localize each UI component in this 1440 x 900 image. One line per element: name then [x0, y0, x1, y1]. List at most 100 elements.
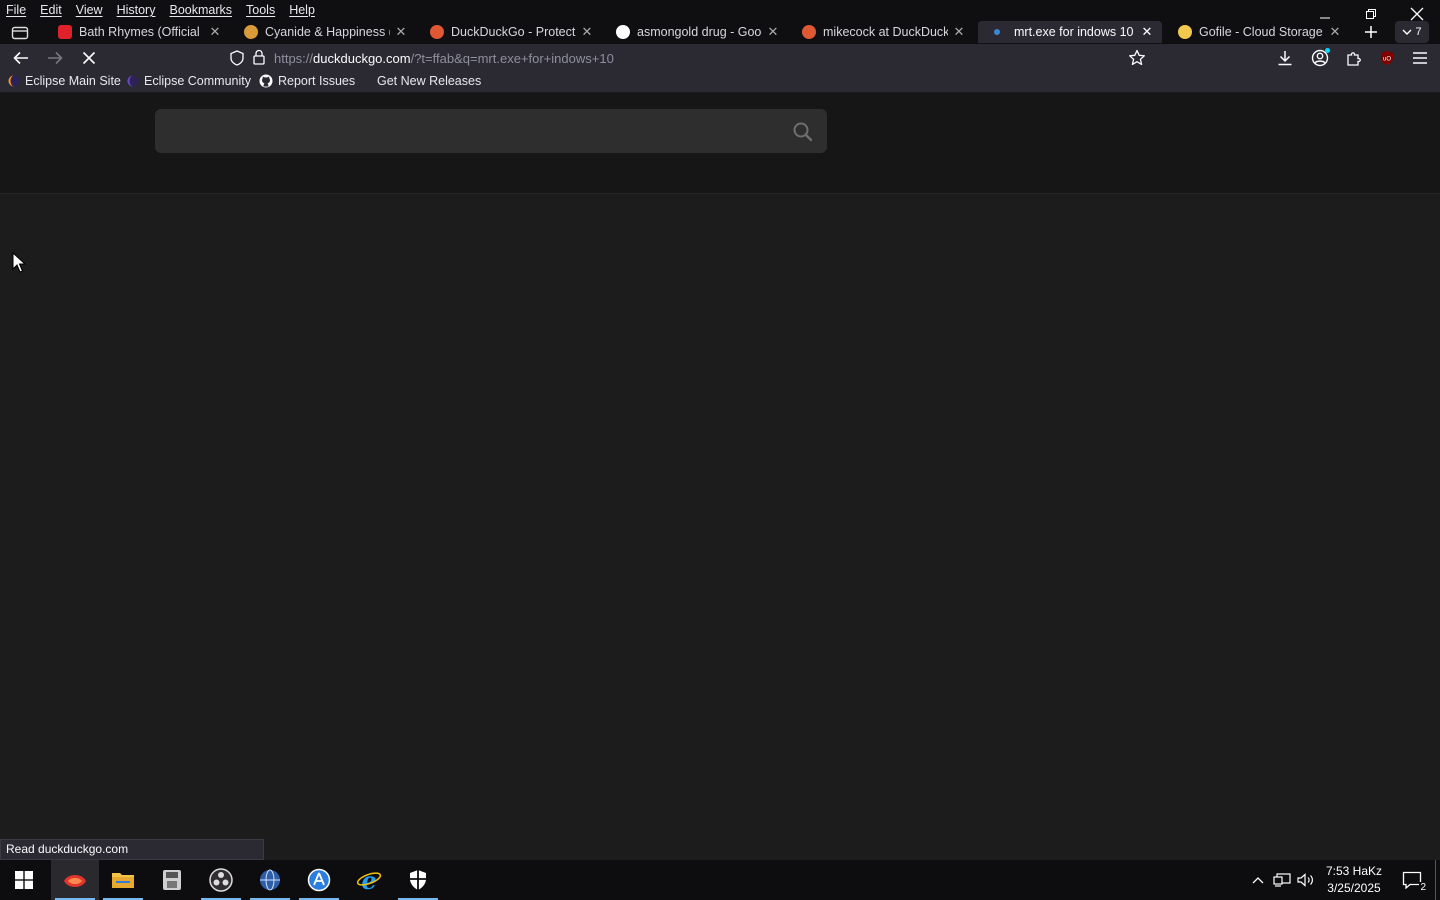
bookmark-label: Report Issues	[278, 74, 356, 88]
taskbar-app-store[interactable]	[295, 860, 343, 900]
tab-close-icon[interactable]: ✕	[580, 24, 594, 40]
bookmark-report-issues[interactable]: Report Issues	[259, 74, 355, 88]
taskbar-network-app[interactable]	[246, 860, 294, 900]
search-form	[155, 109, 827, 155]
chevron-down-icon	[1402, 29, 1412, 35]
tab-duckduckgo-protection[interactable]: DuckDuckGo - Protectio ✕	[418, 21, 602, 43]
forward-button[interactable]	[40, 44, 70, 72]
puzzle-piece-icon	[1347, 52, 1361, 66]
search-input[interactable]	[169, 109, 773, 155]
menu-bookmarks[interactable]: Bookmarks	[163, 3, 240, 17]
folder-icon	[112, 873, 134, 888]
speaker-icon	[1297, 873, 1313, 887]
search-button[interactable]	[791, 120, 815, 144]
network-icon	[1273, 873, 1291, 887]
back-arrow-icon	[13, 51, 28, 65]
tab-title: Cyanide & Happiness (E	[265, 25, 390, 39]
bookmark-star-icon[interactable]	[1128, 49, 1146, 67]
show-hidden-icons-button[interactable]	[1248, 870, 1268, 890]
start-button[interactable]	[0, 860, 48, 900]
volume-tray-button[interactable]	[1296, 870, 1316, 890]
ublock-origin-icon: uO	[1381, 51, 1393, 65]
bookmark-get-new-releases[interactable]: Get New Releases	[377, 74, 481, 88]
action-center-button[interactable]: 2	[1400, 870, 1427, 893]
tab-google-search[interactable]: asmongold drug - Goog ✕	[604, 21, 788, 43]
bookmarks-toolbar: Eclipse Main Site Eclipse Community Repo…	[0, 72, 1440, 93]
tab-gofile[interactable]: Gofile - Cloud Storage N ✕	[1166, 21, 1350, 43]
page-content	[0, 93, 1440, 860]
hamburger-menu-icon	[1413, 52, 1427, 64]
gofile-favicon-icon	[1178, 25, 1192, 39]
google-favicon-icon	[616, 25, 630, 39]
menu-file[interactable]: File	[0, 3, 34, 17]
floppy-tool-icon	[163, 870, 181, 890]
taskbar-internet-explorer[interactable]: e	[345, 860, 393, 900]
menu-edit[interactable]: Edit	[34, 3, 70, 17]
bookmark-label: Get New Releases	[377, 74, 482, 88]
downloads-button[interactable]	[1270, 44, 1300, 72]
tab-title: mikecock at DuckDuckG	[823, 25, 948, 39]
tab-strip: Bath Rhymes (Official M ✕ Cyanide & Happ…	[0, 20, 1440, 44]
tracking-protection-shield-icon[interactable]	[230, 50, 244, 66]
account-button[interactable]	[1305, 44, 1335, 72]
minimize-icon	[1320, 17, 1330, 19]
firefox-view-icon	[11, 26, 29, 40]
taskbar-firefox[interactable]	[51, 860, 99, 900]
ublock-origin-button[interactable]: uO	[1372, 44, 1402, 72]
duckduckgo-favicon-icon	[802, 25, 816, 39]
lock-icon[interactable]	[252, 49, 266, 65]
windows-taskbar: e 7:53 HaKz 3/25/2025 2	[0, 860, 1440, 900]
new-tab-button[interactable]	[1356, 18, 1386, 46]
taskbar-app-tool[interactable]	[148, 860, 196, 900]
taskbar-obs[interactable]	[197, 860, 245, 900]
url-text[interactable]: https://duckduckgo.com/?t=ffab&q=mrt.exe…	[274, 51, 614, 66]
youtube-favicon-icon	[58, 25, 72, 39]
url-host: duckduckgo.com	[313, 51, 411, 66]
tab-close-icon[interactable]: ✕	[394, 24, 408, 40]
tab-title: Gofile - Cloud Storage N	[1199, 25, 1324, 39]
navigation-toolbar: https://duckduckgo.com/?t=ffab&q=mrt.exe…	[0, 44, 1440, 72]
tab-close-icon[interactable]: ✕	[766, 24, 780, 40]
bookmark-eclipse-main-site[interactable]: Eclipse Main Site	[8, 74, 121, 88]
bookmark-label: Eclipse Main Site	[25, 74, 121, 88]
menu-view[interactable]: View	[70, 3, 111, 17]
menu-bar: File Edit View History Bookmarks Tools H…	[0, 0, 323, 20]
tab-title: mrt.exe for indows 10 at	[1014, 25, 1136, 39]
app-menu-button[interactable]	[1405, 44, 1435, 72]
tab-cyanide-happiness[interactable]: Cyanide & Happiness (E ✕	[232, 21, 416, 43]
extensions-button[interactable]	[1339, 44, 1369, 72]
close-icon	[1410, 7, 1424, 21]
stop-loading-button[interactable]	[74, 44, 104, 72]
tab-close-icon[interactable]: ✕	[1328, 24, 1342, 40]
svg-text:uO: uO	[1383, 57, 1391, 63]
svg-text:e: e	[361, 868, 376, 892]
firefox-view-button[interactable]	[5, 18, 35, 46]
browser-titlebar: File Edit View History Bookmarks Tools H…	[0, 0, 1440, 44]
notification-count: 2	[1419, 882, 1427, 893]
taskbar-file-explorer[interactable]	[99, 860, 147, 900]
tab-bath-rhymes[interactable]: Bath Rhymes (Official M ✕	[46, 21, 230, 43]
menu-history[interactable]: History	[111, 3, 164, 17]
taskbar-windows-security[interactable]	[394, 860, 442, 900]
search-icon	[793, 122, 813, 142]
tab-close-icon[interactable]: ✕	[208, 24, 222, 40]
show-desktop-button[interactable]	[1435, 860, 1440, 900]
list-all-tabs-button[interactable]: 7	[1395, 21, 1429, 43]
network-tray-button[interactable]	[1272, 870, 1292, 890]
duckduckgo-favicon-icon	[430, 25, 444, 39]
tab-duckduckgo-search[interactable]: mikecock at DuckDuckG ✕	[790, 21, 974, 43]
tab-active-search[interactable]: mrt.exe for indows 10 at ✕	[978, 21, 1162, 43]
app-store-icon	[307, 868, 331, 892]
menu-tools[interactable]: Tools	[240, 3, 283, 17]
shield-icon	[410, 870, 426, 890]
download-icon	[1278, 51, 1292, 66]
address-bar[interactable]: https://duckduckgo.com/?t=ffab&q=mrt.exe…	[222, 46, 1162, 70]
tab-close-icon[interactable]: ✕	[952, 24, 966, 40]
taskbar-clock[interactable]: 7:53 HaKz 3/25/2025	[1316, 863, 1392, 897]
back-button[interactable]	[6, 44, 36, 72]
menu-help[interactable]: Help	[283, 3, 323, 17]
bookmark-eclipse-community[interactable]: Eclipse Community	[127, 74, 251, 88]
tab-close-icon[interactable]: ✕	[1140, 24, 1154, 40]
tab-title: DuckDuckGo - Protectio	[451, 25, 576, 39]
eclipse-icon	[127, 75, 139, 87]
